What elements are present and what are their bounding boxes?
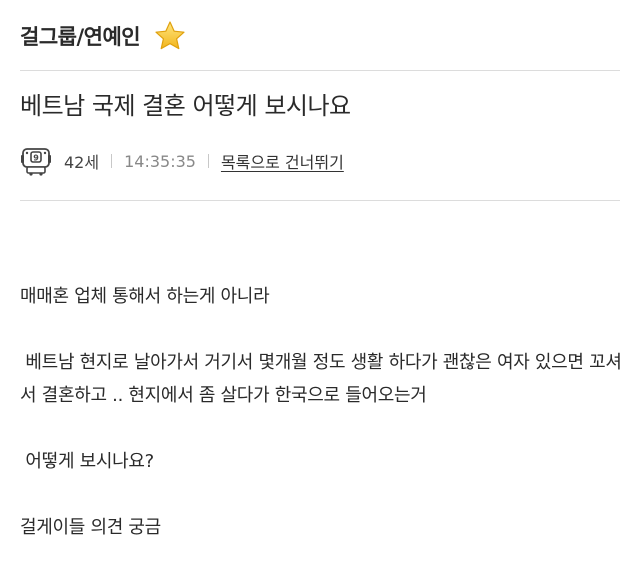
meta-divider bbox=[20, 200, 620, 201]
robot-avatar-icon[interactable]: 9 bbox=[20, 146, 52, 176]
post-time: 14:35:35 bbox=[124, 151, 196, 171]
svg-text:9: 9 bbox=[33, 154, 39, 163]
header-divider bbox=[20, 70, 620, 71]
post-meta: 9 42세 14:35:35 목록으로 건너뛰기 bbox=[20, 145, 344, 177]
skip-to-list-link[interactable]: 목록으로 건너뛰기 bbox=[221, 149, 344, 173]
meta-separator bbox=[111, 154, 113, 168]
post-content: 매매혼 업체 통해서 하는게 아니라 베트남 현지로 날아가서 거기서 몇개월 … bbox=[20, 280, 625, 544]
content-paragraph: 베트남 현지로 날아가서 거기서 몇개월 정도 생활 하다가 괜찮은 여자 있으… bbox=[20, 352, 622, 406]
content-paragraph: 어떻게 보시나요? bbox=[20, 451, 154, 472]
author-name[interactable]: 42세 bbox=[64, 149, 99, 173]
board-header: 걸그룹/연예인 bbox=[20, 14, 186, 58]
content-paragraph: 매매혼 업체 통해서 하는게 아니라 bbox=[20, 286, 270, 307]
star-icon[interactable] bbox=[154, 20, 186, 52]
content-paragraph: 걸게이들 의견 궁금 bbox=[20, 517, 161, 538]
board-name[interactable]: 걸그룹/연예인 bbox=[20, 21, 141, 51]
meta-separator bbox=[207, 154, 209, 168]
post-title: 베트남 국제 결혼 어떻게 보시나요 bbox=[20, 92, 351, 120]
